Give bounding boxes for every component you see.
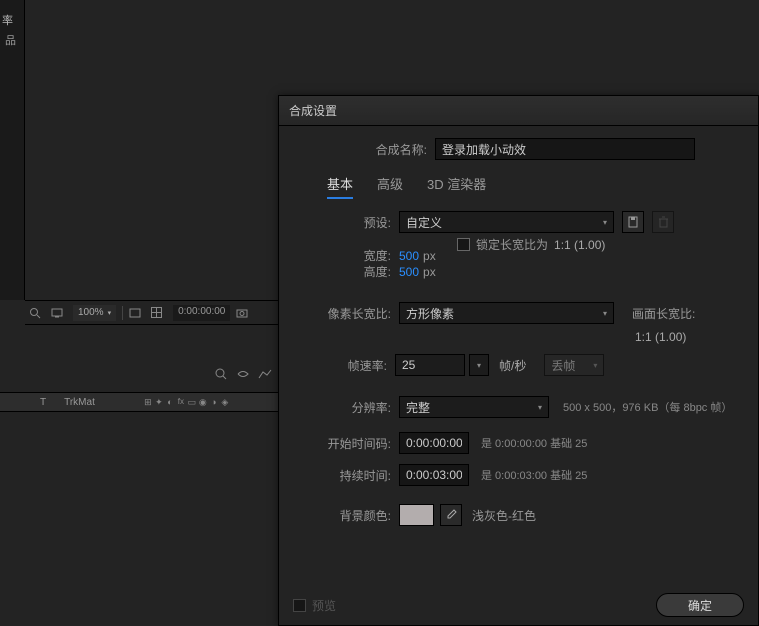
fps-input[interactable]: 25 bbox=[395, 354, 465, 376]
chevron-down-icon: ▾ bbox=[477, 361, 481, 370]
duration-label: 持续时间: bbox=[315, 467, 391, 484]
shy-icon[interactable] bbox=[236, 368, 250, 380]
bg-color-name: 浅灰色-红色 bbox=[472, 507, 536, 524]
duration-input[interactable] bbox=[399, 464, 469, 486]
col-parent-icon[interactable]: ⊞ bbox=[143, 397, 153, 408]
resolution-icon[interactable] bbox=[129, 308, 145, 318]
preview-label: 预览 bbox=[312, 597, 336, 614]
col-fx-icon[interactable]: fx bbox=[176, 397, 186, 408]
timeline-toolbar bbox=[0, 362, 280, 386]
resolution-info: 500 x 500，976 KB（每 8bpc 帧） bbox=[563, 399, 732, 415]
width-unit: px bbox=[423, 249, 436, 263]
fps-value: 25 bbox=[402, 358, 415, 372]
fps-dropdown-button[interactable]: ▾ bbox=[469, 354, 489, 376]
composition-settings-dialog: 合成设置 合成名称: 基本 高级 3D 渲染器 预设: 自定义 ▾ bbox=[278, 95, 759, 626]
frame-aspect-value: 1:1 (1.00) bbox=[635, 330, 740, 344]
zoom-dropdown[interactable]: 100% ▾ bbox=[73, 305, 116, 321]
par-value: 方形像素 bbox=[406, 305, 454, 322]
tab-basic[interactable]: 基本 bbox=[327, 174, 353, 199]
timeline-header: T TrkMat ⊞ ✦ ◐ fx ▭ ◉ ◑ ◈ bbox=[0, 392, 280, 412]
bg-color-label: 背景颜色: bbox=[319, 507, 391, 524]
start-timecode-input[interactable] bbox=[399, 432, 469, 454]
left-rate-label: 率 bbox=[2, 12, 13, 28]
display-icon[interactable] bbox=[51, 308, 67, 318]
fps-label: 帧速率: bbox=[327, 357, 387, 374]
save-preset-button[interactable] bbox=[622, 211, 644, 233]
zoom-value: 100% bbox=[78, 307, 104, 318]
preset-value: 自定义 bbox=[406, 214, 442, 231]
lock-aspect-checkbox[interactable] bbox=[457, 238, 470, 251]
height-value[interactable]: 500 bbox=[399, 265, 419, 279]
viewer-panel bbox=[25, 0, 280, 305]
ok-button[interactable]: 确定 bbox=[656, 593, 744, 617]
comp-name-input[interactable] bbox=[435, 138, 695, 160]
preview-checkbox[interactable] bbox=[293, 599, 306, 612]
chevron-down-icon: ▾ bbox=[603, 309, 607, 318]
col-av-icon[interactable]: ✦ bbox=[154, 397, 164, 408]
width-label: 宽度: bbox=[341, 247, 391, 264]
viewer-toolbar: 100% ▾ 0:00:00:00 bbox=[25, 300, 280, 325]
bg-color-swatch[interactable] bbox=[399, 504, 434, 526]
resolution-label: 分辨率: bbox=[335, 399, 391, 416]
height-unit: px bbox=[423, 265, 436, 279]
col-frame-icon[interactable]: ▭ bbox=[187, 397, 197, 408]
snapshot-icon[interactable] bbox=[236, 308, 252, 318]
search-icon[interactable] bbox=[214, 367, 228, 381]
col-3d-icon[interactable]: ◈ bbox=[220, 397, 230, 408]
preset-label: 预设: bbox=[351, 214, 391, 231]
drop-frame-dropdown[interactable]: 丢帧 ▾ bbox=[544, 354, 604, 376]
preset-dropdown[interactable]: 自定义 ▾ bbox=[399, 211, 614, 233]
resolution-value: 完整 bbox=[406, 399, 430, 416]
fps-unit: 帧/秒 bbox=[499, 357, 526, 374]
current-time[interactable]: 0:00:00:00 bbox=[173, 305, 230, 321]
resolution-dropdown[interactable]: 完整 ▾ bbox=[399, 396, 549, 418]
col-solo-icon[interactable]: ◐ bbox=[165, 397, 175, 408]
frame-aspect-label: 画面长宽比: bbox=[632, 305, 695, 322]
magnify-icon[interactable] bbox=[29, 307, 45, 319]
height-label: 高度: bbox=[341, 263, 391, 280]
col-t: T bbox=[40, 397, 46, 408]
width-value[interactable]: 500 bbox=[399, 249, 419, 263]
par-label: 像素长宽比: bbox=[311, 305, 391, 322]
duration-info: 是 0:00:03:00 基础 25 bbox=[481, 467, 587, 483]
start-timecode-label: 开始时间码: bbox=[303, 435, 391, 452]
left-panel: 率 品 bbox=[0, 0, 25, 300]
comp-name-label: 合成名称: bbox=[337, 141, 427, 158]
start-timecode-info: 是 0:00:00:00 基础 25 bbox=[481, 435, 587, 451]
settings-tabs: 基本 高级 3D 渲染器 bbox=[327, 174, 740, 199]
separator bbox=[122, 306, 123, 320]
par-dropdown[interactable]: 方形像素 ▾ bbox=[399, 302, 614, 324]
col-trkmat: TrkMat bbox=[64, 397, 95, 408]
lock-aspect-label: 锁定长宽比为 bbox=[476, 236, 548, 253]
hierarchy-icon: 品 bbox=[5, 32, 16, 48]
chevron-down-icon: ▾ bbox=[603, 218, 607, 227]
chevron-down-icon: ▾ bbox=[538, 403, 542, 412]
graph-icon[interactable] bbox=[258, 368, 272, 380]
tab-advanced[interactable]: 高级 bbox=[377, 174, 403, 199]
tab-3d-renderer[interactable]: 3D 渲染器 bbox=[427, 174, 486, 199]
grid-icon[interactable] bbox=[151, 307, 167, 318]
col-mb-icon[interactable]: ◉ bbox=[198, 397, 208, 408]
delete-preset-button[interactable] bbox=[652, 211, 674, 233]
lock-aspect-ratio: 1:1 (1.00) bbox=[554, 238, 605, 252]
chevron-down-icon: ▾ bbox=[593, 361, 597, 370]
drop-frame-value: 丢帧 bbox=[551, 357, 575, 374]
col-adj-icon[interactable]: ◑ bbox=[209, 397, 219, 408]
dialog-title: 合成设置 bbox=[279, 96, 758, 126]
eyedropper-button[interactable] bbox=[440, 504, 462, 526]
